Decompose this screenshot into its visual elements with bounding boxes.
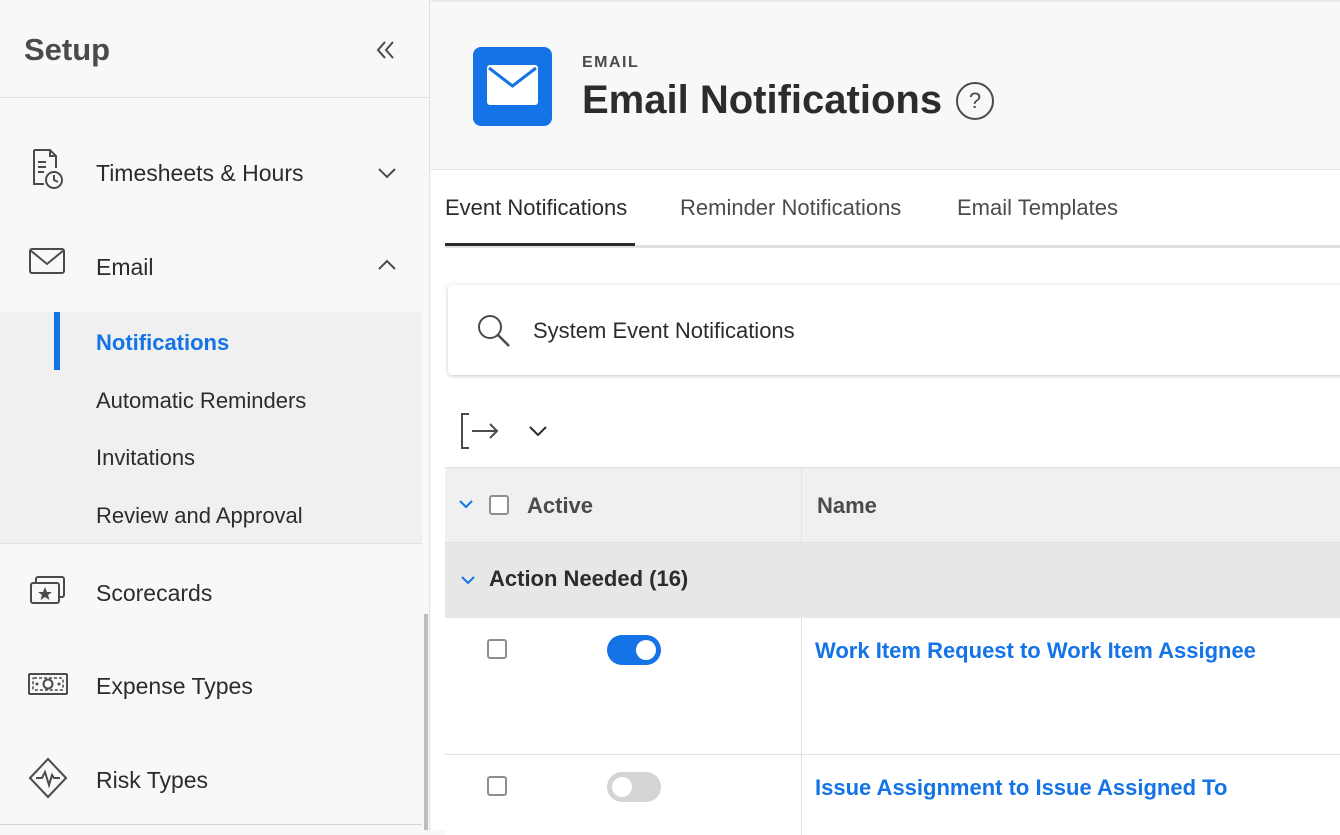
tab-reminder-notifications[interactable]: Reminder Notifications bbox=[680, 195, 901, 221]
page-eyebrow: EMAIL bbox=[582, 54, 640, 71]
page-title: Email Notifications bbox=[582, 78, 943, 122]
selected-tab-indicator bbox=[445, 243, 635, 246]
notification-search-input[interactable]: System Event Notifications bbox=[448, 285, 1340, 375]
sidebar-item-label: Timesheets & Hours bbox=[96, 160, 304, 186]
scorecard-icon bbox=[28, 575, 68, 615]
risk-pulse-icon bbox=[28, 757, 68, 799]
double-chevron-left-icon bbox=[376, 41, 394, 59]
help-button[interactable]: ? bbox=[956, 82, 994, 120]
search-value: System Event Notifications bbox=[533, 318, 795, 343]
search-icon bbox=[476, 313, 512, 349]
active-indicator bbox=[54, 312, 60, 370]
column-divider bbox=[801, 755, 802, 835]
sidebar-title: Setup bbox=[24, 32, 111, 67]
sidebar-item-label: Email bbox=[96, 254, 154, 280]
expand-all-toggle[interactable] bbox=[457, 495, 475, 513]
main-content: EMAIL Email Notifications ? Event Notifi… bbox=[431, 0, 1340, 835]
tab-event-notifications[interactable]: Event Notifications bbox=[445, 195, 627, 221]
group-label: Action Needed (16) bbox=[489, 566, 689, 591]
sidebar-header: Setup bbox=[0, 0, 429, 98]
sidebar-subitem-review-and-approval[interactable]: Review and Approval bbox=[96, 503, 303, 529]
sidebar-subitem-notifications[interactable]: Notifications bbox=[96, 330, 229, 356]
chevron-down-icon bbox=[459, 500, 473, 509]
setup-sidebar: Setup Timesheets & Hours Email Notificat… bbox=[0, 0, 430, 830]
tab-email-templates[interactable]: Email Templates bbox=[957, 195, 1118, 221]
collapse-sidebar-button[interactable] bbox=[373, 37, 399, 63]
envelope-icon bbox=[487, 65, 538, 105]
notification-name-link[interactable]: Work Item Request to Work Item Assignee bbox=[815, 638, 1256, 664]
sidebar-item-timesheets[interactable]: Timesheets & Hours bbox=[0, 126, 422, 220]
sidebar-item-scorecards[interactable]: Scorecards bbox=[0, 545, 422, 639]
notifications-table: Active Name Action Needed (16) Work Item… bbox=[445, 467, 1340, 835]
sidebar-item-risk-types[interactable]: Risk Types bbox=[0, 733, 422, 827]
sidebar-item-label: Risk Types bbox=[96, 767, 209, 793]
page-header: EMAIL Email Notifications ? bbox=[431, 2, 1340, 170]
chevron-down-icon bbox=[459, 571, 477, 589]
notification-name-link[interactable]: Issue Assignment to Issue Assigned To bbox=[815, 775, 1227, 801]
export-button[interactable] bbox=[459, 410, 501, 452]
table-row: Issue Assignment to Issue Assigned To bbox=[445, 755, 1340, 835]
tab-bar: Event Notifications Reminder Notificatio… bbox=[445, 170, 1340, 248]
sidebar-item-expense-types[interactable]: Expense Types bbox=[0, 639, 422, 733]
row-select-checkbox[interactable] bbox=[487, 639, 507, 659]
column-divider bbox=[801, 468, 802, 544]
email-app-tile bbox=[473, 47, 552, 126]
column-header-active[interactable]: Active bbox=[527, 493, 593, 519]
select-all-checkbox[interactable] bbox=[489, 495, 509, 515]
chevron-down-icon bbox=[529, 426, 547, 437]
sidebar-subitem-invitations[interactable]: Invitations bbox=[96, 445, 195, 471]
table-row: Work Item Request to Work Item Assignee bbox=[445, 618, 1340, 755]
sidebar-item-label: Scorecards bbox=[96, 580, 213, 606]
chevron-down-icon bbox=[376, 162, 398, 184]
export-icon bbox=[461, 413, 499, 449]
toggle-knob bbox=[612, 777, 632, 797]
export-options-dropdown[interactable] bbox=[527, 420, 549, 442]
row-select-checkbox[interactable] bbox=[487, 776, 507, 796]
sidebar-item-email[interactable]: Email bbox=[0, 220, 422, 314]
sidebar-subitem-automatic-reminders[interactable]: Automatic Reminders bbox=[96, 388, 306, 414]
envelope-icon bbox=[28, 246, 68, 286]
group-row-action-needed[interactable]: Action Needed (16) bbox=[445, 543, 1340, 618]
active-toggle[interactable] bbox=[607, 772, 661, 802]
sidebar-scrollbar[interactable] bbox=[424, 614, 428, 830]
chevron-up-icon bbox=[376, 254, 398, 276]
email-sub-nav: Notifications Automatic Reminders Invita… bbox=[0, 312, 422, 544]
column-header-name[interactable]: Name bbox=[817, 493, 877, 519]
sidebar-item-label: Expense Types bbox=[96, 673, 253, 699]
help-icon: ? bbox=[968, 88, 982, 113]
sidebar-divider bbox=[0, 824, 422, 825]
table-header: Active Name bbox=[445, 467, 1340, 544]
column-divider bbox=[801, 618, 802, 754]
money-icon bbox=[28, 671, 68, 711]
active-toggle[interactable] bbox=[607, 635, 661, 665]
timesheet-icon bbox=[28, 146, 68, 189]
toggle-knob bbox=[636, 640, 656, 660]
